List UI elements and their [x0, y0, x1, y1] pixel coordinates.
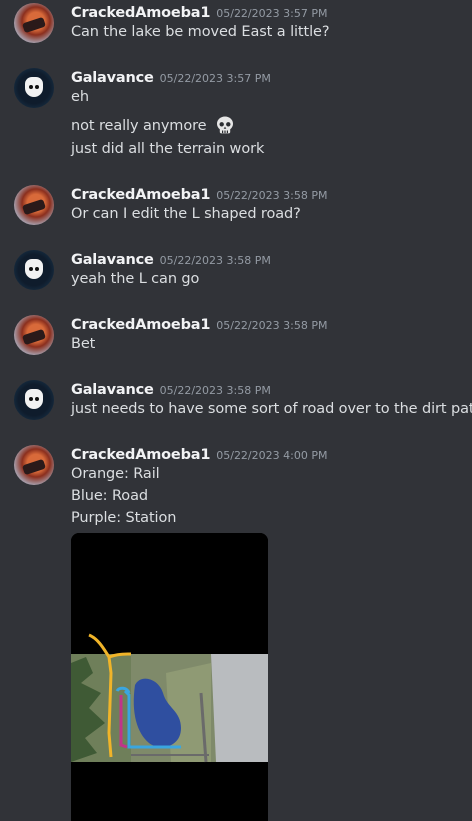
- author-name[interactable]: CrackedAmoeba1: [71, 447, 210, 463]
- avatar[interactable]: [14, 3, 54, 43]
- message-header: CrackedAmoeba1 05/22/2023 3:58 PM: [71, 184, 327, 203]
- timestamp: 05/22/2023 3:57 PM: [159, 72, 271, 85]
- message-header: Galavance 05/22/2023 3:57 PM: [71, 67, 271, 86]
- avatar[interactable]: [14, 250, 54, 290]
- author-name[interactable]: Galavance: [71, 382, 154, 398]
- author-name[interactable]: CrackedAmoeba1: [71, 5, 210, 21]
- message-text-with-emoji: not really anymore: [71, 115, 235, 135]
- message-text: Blue: Road: [71, 488, 148, 504]
- author-name[interactable]: Galavance: [71, 252, 154, 268]
- avatar[interactable]: [14, 68, 54, 108]
- avatar[interactable]: [14, 380, 54, 420]
- timestamp: 05/22/2023 3:58 PM: [216, 189, 328, 202]
- author-name[interactable]: Galavance: [71, 70, 154, 86]
- map-screenshot: [71, 533, 268, 821]
- image-attachment[interactable]: [71, 533, 268, 821]
- message-text: Purple: Station: [71, 510, 177, 526]
- avatar[interactable]: [14, 445, 54, 485]
- message-text: Can the lake be moved East a little?: [71, 24, 330, 40]
- timestamp: 05/22/2023 3:57 PM: [216, 7, 328, 20]
- author-name[interactable]: CrackedAmoeba1: [71, 187, 210, 203]
- message-text: not really anymore: [71, 118, 207, 134]
- message-header: CrackedAmoeba1 05/22/2023 3:58 PM: [71, 314, 327, 333]
- skull-icon: [216, 116, 233, 134]
- message-text: Or can I edit the L shaped road?: [71, 206, 301, 222]
- message-header: Galavance 05/22/2023 3:58 PM: [71, 249, 271, 268]
- chat-log: CrackedAmoeba1 05/22/2023 3:57 PM Can the…: [0, 0, 472, 821]
- message-header: CrackedAmoeba1 05/22/2023 3:57 PM: [71, 2, 327, 21]
- message-text: Orange: Rail: [71, 466, 160, 482]
- avatar[interactable]: [14, 315, 54, 355]
- timestamp: 05/22/2023 3:58 PM: [159, 254, 271, 267]
- timestamp: 05/22/2023 3:58 PM: [159, 384, 271, 397]
- message-text: yeah the L can go: [71, 271, 200, 287]
- author-name[interactable]: CrackedAmoeba1: [71, 317, 210, 333]
- message-text: just needs to have some sort of road ove…: [71, 401, 472, 417]
- message-header: Galavance 05/22/2023 3:58 PM: [71, 379, 271, 398]
- timestamp: 05/22/2023 3:58 PM: [216, 319, 328, 332]
- message-header: CrackedAmoeba1 05/22/2023 4:00 PM: [71, 444, 327, 463]
- timestamp: 05/22/2023 4:00 PM: [216, 449, 328, 462]
- message-text: just did all the terrain work: [71, 141, 265, 157]
- avatar[interactable]: [14, 185, 54, 225]
- message-text: Bet: [71, 336, 96, 352]
- message-text: eh: [71, 89, 89, 105]
